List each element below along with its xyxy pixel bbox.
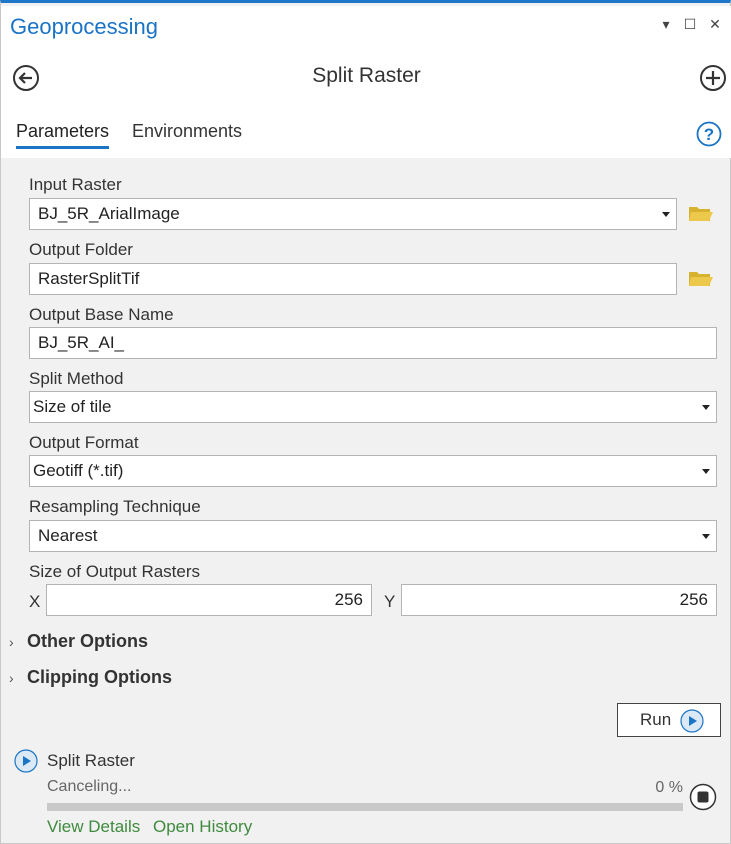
dropdown-caret-icon xyxy=(702,405,710,410)
split-method-label: Split Method xyxy=(29,369,124,388)
play-icon xyxy=(680,709,704,733)
dropdown-caret-icon xyxy=(702,534,710,539)
tab-environments[interactable]: Environments xyxy=(132,121,242,146)
output-format-label: Output Format xyxy=(29,433,139,452)
clipping-options-label: Clipping Options xyxy=(27,667,172,687)
clipping-options-section[interactable]: › Clipping Options xyxy=(9,667,172,688)
chevron-right-icon: › xyxy=(9,634,14,650)
stop-icon[interactable] xyxy=(689,783,717,811)
dropdown-caret-icon xyxy=(702,469,710,474)
run-button-label: Run xyxy=(640,710,672,729)
tool-header: Split Raster Parameters Environments ? xyxy=(1,46,731,158)
resampling-technique-label: Resampling Technique xyxy=(29,497,201,516)
folder-icon[interactable] xyxy=(688,267,714,289)
resampling-technique-dropdown[interactable]: Nearest xyxy=(29,520,717,552)
other-options-section[interactable]: › Other Options xyxy=(9,631,148,652)
split-method-value: Size of tile xyxy=(33,397,112,416)
maximize-icon[interactable]: ☐ xyxy=(681,16,699,33)
progress-percent: 0 % xyxy=(655,779,683,796)
y-label: Y xyxy=(384,592,396,611)
size-x-field[interactable]: 256 xyxy=(46,584,372,616)
progress-bar xyxy=(47,803,683,811)
pane-titlebar: Geoprocessing ▾ ☐ ✕ xyxy=(1,6,731,46)
output-format-dropdown[interactable]: Geotiff (*.tif) xyxy=(29,455,717,487)
status-tool-name: Split Raster xyxy=(47,751,135,770)
resampling-technique-value: Nearest xyxy=(38,526,98,545)
help-icon[interactable]: ? xyxy=(696,121,722,147)
tool-title: Split Raster xyxy=(312,64,421,87)
status-play-icon[interactable] xyxy=(14,749,38,773)
input-raster-dropdown[interactable]: BJ_5R_ArialImage xyxy=(29,198,677,230)
input-raster-value: BJ_5R_ArialImage xyxy=(38,204,180,223)
size-y-value: 256 xyxy=(679,590,708,609)
output-format-value: Geotiff (*.tif) xyxy=(33,461,124,480)
pane-title: Geoprocessing xyxy=(10,14,158,39)
output-base-name-field[interactable]: BJ_5R_AI_ xyxy=(29,327,717,359)
chevron-right-icon: › xyxy=(9,670,14,686)
folder-icon[interactable] xyxy=(688,202,714,224)
svg-text:?: ? xyxy=(704,125,714,144)
size-x-value: 256 xyxy=(334,590,363,609)
open-history-link[interactable]: Open History xyxy=(153,817,252,837)
output-base-name-value: BJ_5R_AI_ xyxy=(38,333,124,352)
geoprocessing-pane: Geoprocessing ▾ ☐ ✕ Split Raster Paramet… xyxy=(0,0,731,844)
output-folder-value: RasterSplitTif xyxy=(38,269,140,288)
add-icon[interactable] xyxy=(699,64,727,92)
size-y-field[interactable]: 256 xyxy=(401,584,717,616)
split-method-dropdown[interactable]: Size of tile xyxy=(29,391,717,423)
output-folder-field[interactable]: RasterSplitTif xyxy=(29,263,677,295)
close-icon[interactable]: ✕ xyxy=(706,16,724,33)
output-folder-label: Output Folder xyxy=(29,240,133,259)
view-details-link[interactable]: View Details xyxy=(47,817,140,837)
size-of-output-rasters-label: Size of Output Rasters xyxy=(29,562,201,581)
status-state: Canceling... xyxy=(47,778,132,795)
run-button[interactable]: Run xyxy=(617,703,721,737)
other-options-label: Other Options xyxy=(27,631,148,651)
input-raster-label: Input Raster xyxy=(29,175,122,194)
tab-parameters[interactable]: Parameters xyxy=(16,121,110,149)
pane-menu-dropdown-icon[interactable]: ▾ xyxy=(657,16,675,33)
dropdown-caret-icon xyxy=(662,212,670,217)
output-base-name-label: Output Base Name xyxy=(29,305,174,324)
x-label: X xyxy=(29,592,41,611)
